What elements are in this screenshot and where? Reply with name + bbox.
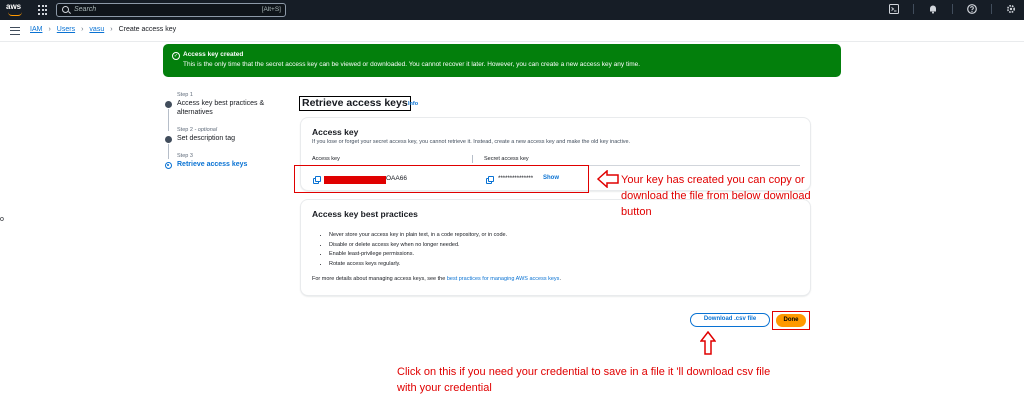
more-prefix: For more details about managing access k… — [312, 276, 447, 282]
settings-icon[interactable] — [1006, 4, 1016, 14]
annotation-note-key: Your key has created you can copy or dow… — [621, 174, 811, 218]
flash-title: Access key created — [183, 51, 244, 58]
bell-icon[interactable] — [928, 4, 938, 14]
search-input[interactable]: Search [Alt+S] — [56, 3, 286, 17]
step-number-text: Step 2 — [177, 127, 193, 133]
annotation-highlight-key-row — [294, 165, 589, 193]
chevron-right-icon: › — [81, 26, 84, 33]
aws-logo-text: aws — [6, 2, 22, 11]
topbar-icons — [889, 4, 1016, 14]
breadcrumb-user[interactable]: vasu — [89, 26, 104, 33]
best-practices-list: Never store your access key in plain tex… — [323, 231, 507, 269]
aws-smile-mark — [8, 12, 22, 16]
download-csv-button[interactable]: Download .csv file — [690, 313, 770, 327]
search-placeholder: Search — [74, 6, 97, 13]
done-button[interactable]: Done — [776, 314, 806, 327]
list-item: Enable least-privilege permissions. — [329, 250, 507, 260]
column-divider — [472, 155, 473, 163]
breadcrumb-bar: IAM › Users › vasu › Create access key — [0, 20, 1024, 42]
cloudshell-icon[interactable] — [889, 4, 899, 14]
aws-logo[interactable]: aws — [6, 2, 28, 18]
breadcrumb-users[interactable]: Users — [57, 26, 75, 33]
success-flash: ✓ Access key created This is the only ti… — [163, 44, 841, 77]
wizard-step-2[interactable]: Step 2 - optional Set description tag — [165, 127, 285, 159]
list-item: Never store your access key in plain tex… — [329, 231, 507, 241]
chevron-right-icon: › — [110, 26, 113, 33]
annotation-note-download: Click on this if you need your credentia… — [397, 366, 771, 394]
panel-heading: Access key best practices — [312, 209, 418, 219]
edge-glyph: o — [0, 216, 4, 223]
step-number: Step 2 - optional — [177, 127, 285, 133]
column-header-secret-key: Secret access key — [484, 156, 529, 162]
step-dot — [165, 136, 172, 143]
breadcrumb-current: Create access key — [118, 26, 177, 33]
panel-heading: Access key — [312, 127, 359, 137]
menu-icon[interactable] — [10, 27, 20, 35]
info-link[interactable]: Info — [408, 101, 418, 107]
step-number: Step 1 — [177, 92, 193, 98]
page-title: Retrieve access keys — [299, 96, 411, 111]
step-dot-active — [165, 162, 172, 169]
list-item: Disable or delete access key when no lon… — [329, 241, 507, 251]
list-item: Rotate access keys regularly. — [329, 260, 507, 270]
search-shortcut-hint: [Alt+S] — [261, 6, 281, 13]
breadcrumb-iam[interactable]: IAM — [30, 26, 42, 33]
annotation-arrow-left-icon — [597, 170, 619, 188]
annotation-arrow-up-icon — [700, 331, 716, 355]
topbar-separator — [952, 4, 953, 14]
chevron-right-icon: › — [48, 26, 51, 33]
wizard-step-1[interactable]: Step 1 Access key best practices & alter… — [165, 92, 285, 131]
breadcrumb: IAM › Users › vasu › Create access key — [30, 26, 176, 33]
topbar-separator — [991, 4, 992, 14]
more-suffix: . — [559, 276, 561, 282]
column-header-access-key: Access key — [312, 156, 340, 162]
check-circle-icon: ✓ — [172, 52, 180, 60]
step-label: Retrieve access keys — [177, 161, 248, 168]
step-label: Set description tag — [177, 135, 235, 142]
help-icon[interactable] — [967, 4, 977, 14]
services-grid-icon[interactable] — [38, 5, 48, 15]
best-practices-link[interactable]: best practices for managing AWS access k… — [447, 276, 560, 282]
top-navigation: aws Search [Alt+S] — [0, 0, 1024, 20]
step-label: Access key best practices & alternatives — [177, 100, 265, 116]
search-icon — [62, 6, 69, 13]
step-dot — [165, 101, 172, 108]
topbar-separator — [913, 4, 914, 14]
step-number: Step 3 — [177, 153, 193, 159]
flash-message: This is the only time that the secret ac… — [183, 61, 641, 68]
step-optional: - optional — [194, 127, 218, 133]
wizard-step-3[interactable]: Step 3 Retrieve access keys — [165, 153, 285, 169]
more-details-text: For more details about managing access k… — [312, 276, 561, 282]
panel-description: If you lose or forget your secret access… — [312, 139, 631, 145]
wizard-steps: Step 1 Access key best practices & alter… — [165, 92, 285, 179]
